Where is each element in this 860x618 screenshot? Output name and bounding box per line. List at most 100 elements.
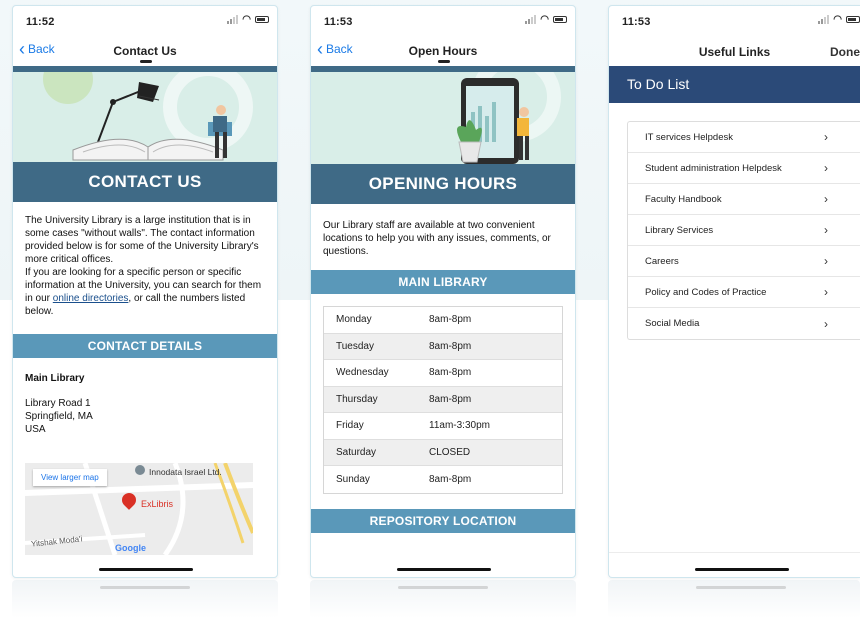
hours-row: Monday 8am-8pm bbox=[324, 307, 562, 334]
link-item[interactable]: Policy and Codes of Practice › bbox=[628, 277, 860, 308]
home-indicator[interactable] bbox=[695, 568, 789, 571]
hours-time: 8am-8pm bbox=[429, 473, 472, 485]
wifi-icon: ◠ bbox=[833, 14, 842, 25]
phone-useful-links: 11:53 ◠ Useful Links Done To Do List IT … bbox=[608, 5, 860, 578]
todo-list-header: To Do List bbox=[609, 66, 860, 103]
link-label: Student administration Helpdesk bbox=[645, 162, 782, 174]
link-item[interactable]: Careers › bbox=[628, 246, 860, 277]
phone-reflection bbox=[12, 580, 278, 618]
banner-title: OPENING HOURS bbox=[311, 164, 575, 204]
location-name: Main Library bbox=[25, 373, 85, 384]
chevron-right-icon: › bbox=[824, 223, 828, 237]
hours-row: Saturday CLOSED bbox=[324, 439, 562, 466]
hours-row: Tuesday 8am-8pm bbox=[324, 333, 562, 360]
hours-day: Sunday bbox=[336, 473, 370, 485]
tab-bar-divider bbox=[609, 552, 860, 553]
nav-bar: Useful Links Done bbox=[609, 32, 860, 59]
links-list: IT services Helpdesk › Student administrat… bbox=[627, 121, 860, 340]
contact-details: Main Library Library Road 1 Springfield,… bbox=[13, 358, 277, 448]
hours-row: Sunday 8am-8pm bbox=[324, 466, 562, 493]
paragraph-1: The University Library is a large instit… bbox=[25, 215, 259, 265]
hours-time: 11am-3:30pm bbox=[429, 420, 490, 432]
done-button[interactable]: Done bbox=[830, 45, 860, 59]
hours-time: 8am-8pm bbox=[429, 367, 472, 379]
phone-contact-us: 11:52 ◠ ‹ Back Contact Us CONTACT US The… bbox=[12, 5, 278, 578]
section-header-main-library: MAIN LIBRARY bbox=[311, 270, 575, 294]
phone-open-hours: 11:53 ◠ ‹ Back Open Hours OPENING HOURS … bbox=[310, 5, 576, 578]
status-time: 11:53 bbox=[324, 16, 353, 28]
hours-day: Tuesday bbox=[336, 340, 374, 352]
link-item[interactable]: Library Services › bbox=[628, 215, 860, 246]
status-bar: 11:53 ◠ bbox=[609, 6, 860, 32]
status-time: 11:53 bbox=[622, 16, 651, 28]
status-icons: ◠ bbox=[525, 14, 567, 25]
status-icons: ◠ bbox=[227, 14, 269, 25]
sheet-grabber[interactable] bbox=[438, 60, 450, 63]
poi-label-2: ExLibris bbox=[141, 499, 174, 509]
status-bar: 11:53 ◠ bbox=[311, 6, 575, 32]
page-title: Contact Us bbox=[113, 44, 177, 58]
battery-icon bbox=[553, 16, 567, 23]
hours-row: Friday 11am-3:30pm bbox=[324, 413, 562, 440]
chevron-right-icon: › bbox=[824, 192, 828, 206]
section-header-contact-details: CONTACT DETAILS bbox=[13, 334, 277, 358]
link-item[interactable]: Student administration Helpdesk › bbox=[628, 153, 860, 184]
banner-title: CONTACT US bbox=[13, 162, 277, 202]
chevron-right-icon: › bbox=[824, 285, 828, 299]
google-logo: Google bbox=[115, 543, 146, 553]
paragraph-2: If you are looking for a specific person… bbox=[25, 267, 262, 317]
view-larger-map-button[interactable]: View larger map bbox=[33, 469, 107, 486]
online-directories-link[interactable]: online directories bbox=[53, 293, 129, 304]
link-item[interactable]: Social Media › bbox=[628, 308, 860, 339]
hours-row: Wednesday 8am-8pm bbox=[324, 360, 562, 387]
phone-reflection bbox=[310, 580, 576, 618]
phone-plant-illustration bbox=[457, 78, 529, 164]
hero-image bbox=[311, 72, 575, 164]
hero-image bbox=[13, 72, 277, 162]
desk-lamp-book-illustration bbox=[72, 82, 232, 161]
hours-time: CLOSED bbox=[429, 446, 471, 458]
intro-text: Our Library staff are available at two c… bbox=[323, 220, 551, 257]
map-pin-icon bbox=[135, 465, 145, 475]
link-label: IT services Helpdesk bbox=[645, 131, 733, 143]
signal-icon bbox=[227, 15, 239, 24]
sheet-grabber[interactable] bbox=[140, 60, 152, 63]
address-line-3: USA bbox=[25, 424, 46, 435]
hours-day: Wednesday bbox=[336, 367, 389, 379]
nav-bar: ‹ Back Contact Us bbox=[13, 32, 277, 66]
chevron-right-icon: › bbox=[824, 316, 828, 331]
battery-icon bbox=[846, 16, 860, 23]
address-line-1: Library Road 1 bbox=[25, 398, 91, 409]
page-title: Useful Links bbox=[698, 45, 771, 59]
hours-day: Saturday bbox=[336, 446, 377, 458]
status-time: 11:52 bbox=[26, 16, 55, 28]
chevron-right-icon: › bbox=[824, 161, 828, 175]
home-indicator[interactable] bbox=[397, 568, 491, 571]
wifi-icon: ◠ bbox=[242, 14, 251, 25]
phone-reflection bbox=[608, 580, 860, 618]
home-indicator[interactable] bbox=[99, 568, 193, 571]
signal-icon bbox=[818, 15, 830, 24]
intro-text: The University Library is a large instit… bbox=[13, 202, 277, 330]
map-embed[interactable]: View larger map Innodata Israel Ltd. ExL… bbox=[25, 463, 253, 555]
page-title: Open Hours bbox=[408, 44, 478, 58]
wifi-icon: ◠ bbox=[540, 14, 549, 25]
link-item[interactable]: IT services Helpdesk › bbox=[628, 122, 860, 153]
status-bar: 11:52 ◠ bbox=[13, 6, 277, 32]
hours-time: 8am-8pm bbox=[429, 340, 472, 352]
hours-table: Monday 8am-8pm Tuesday 8am-8pm Wednesday 8am-… bbox=[323, 306, 563, 494]
status-icons: ◠ bbox=[818, 14, 860, 25]
link-label: Policy and Codes of Practice bbox=[645, 286, 767, 298]
address-line-2: Springfield, MA bbox=[25, 411, 93, 422]
hours-day: Monday bbox=[336, 314, 372, 326]
section-header-repository: REPOSITORY LOCATION bbox=[311, 508, 575, 533]
link-item[interactable]: Faculty Handbook › bbox=[628, 184, 860, 215]
link-label: Careers bbox=[645, 255, 679, 267]
hours-day: Friday bbox=[336, 420, 364, 432]
battery-icon bbox=[255, 16, 269, 23]
chevron-right-icon: › bbox=[824, 254, 828, 268]
hours-day: Thursday bbox=[336, 393, 378, 405]
link-label: Social Media bbox=[645, 318, 700, 329]
hours-time: 8am-8pm bbox=[429, 393, 472, 405]
poi-label-1: Innodata Israel Ltd. bbox=[149, 467, 222, 477]
